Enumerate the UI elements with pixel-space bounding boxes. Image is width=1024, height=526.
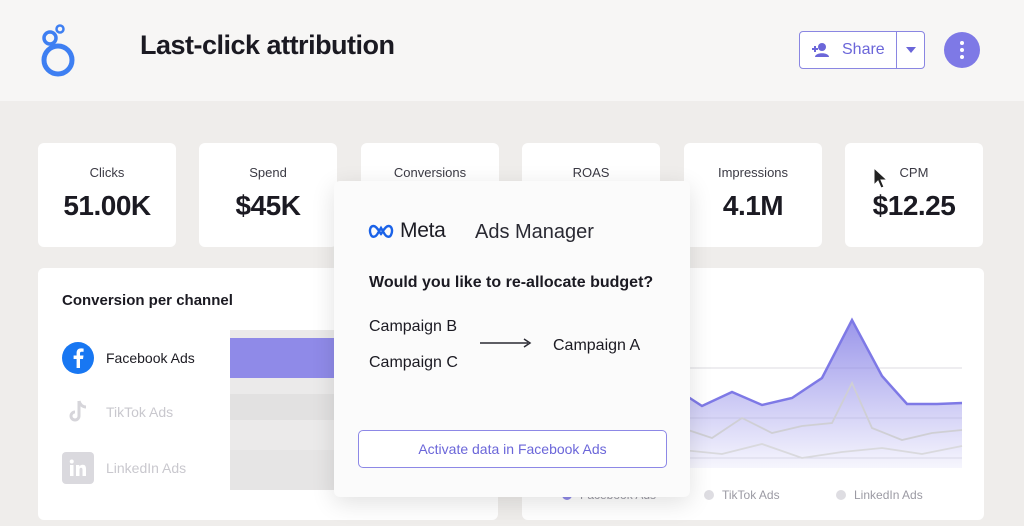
page-title: Last-click attribution [140, 30, 395, 60]
meta-wordmark: Meta [400, 219, 446, 242]
share-main-action[interactable]: Share [800, 32, 896, 68]
campaign-c-label: Campaign C [369, 354, 458, 371]
channel-label: LinkedIn Ads [106, 460, 187, 476]
kpi-label: Conversions [393, 165, 467, 180]
kpi-label: Clicks [89, 165, 125, 180]
activate-facebook-ads-button[interactable]: Activate data in Facebook Ads [358, 430, 667, 468]
app-logo-icon [41, 24, 75, 77]
legend-dot [704, 490, 714, 500]
channel-label: Facebook Ads [106, 350, 195, 366]
linkedin-icon [62, 452, 94, 484]
kpi-card-spend: Spend $45K [199, 143, 337, 247]
share-label: Share [842, 41, 885, 58]
panel-title: Conversion per channel [62, 292, 233, 309]
legend-item-linkedin: LinkedIn Ads [836, 488, 923, 502]
more-dot [960, 41, 964, 45]
kpi-value: 51.00K [63, 190, 151, 221]
reallocate-question: Would you like to re-allocate budget? [369, 274, 654, 291]
more-dot [960, 55, 964, 59]
caret-down-icon [905, 47, 916, 53]
reallocate-budget-modal: Meta Ads Manager Would you like to re-al… [334, 181, 690, 497]
meta-logo-icon [368, 224, 394, 238]
add-user-icon [812, 43, 829, 57]
more-options-button[interactable] [944, 32, 980, 68]
kpi-label: CPM [899, 165, 929, 180]
kpi-value: 4.1M [722, 190, 784, 221]
kpi-card-cpm: CPM $12.25 [845, 143, 983, 247]
mouse-cursor-icon [873, 167, 889, 189]
legend-dot [836, 490, 846, 500]
kpi-value: $12.25 [872, 190, 956, 221]
share-button[interactable]: Share [799, 31, 925, 69]
app-header: Last-click attribution Share [0, 0, 1024, 101]
legend-label: TikTok Ads [722, 488, 780, 502]
channel-row-tiktok: TikTok Ads [62, 396, 173, 428]
facebook-area [682, 320, 962, 468]
legend-item-tiktok: TikTok Ads [704, 488, 780, 502]
campaign-b-label: Campaign B [369, 318, 458, 335]
arrow-right-icon [480, 338, 532, 348]
tiktok-icon [62, 396, 94, 428]
more-dot [960, 48, 964, 52]
channel-label: TikTok Ads [106, 404, 174, 420]
kpi-card-impressions: Impressions 4.1M [684, 143, 822, 247]
kpi-label: Spend [249, 165, 287, 180]
meta-brand: Meta [368, 219, 446, 243]
campaign-a-label: Campaign A [553, 337, 641, 354]
kpi-label: Impressions [717, 165, 789, 180]
ads-manager-label: Ads Manager [475, 221, 594, 243]
legend-label: LinkedIn Ads [854, 488, 923, 502]
facebook-icon [62, 342, 94, 374]
share-dropdown-toggle[interactable] [897, 47, 924, 53]
kpi-label: ROAS [572, 165, 610, 180]
kpi-card-clicks: Clicks 51.00K [38, 143, 176, 247]
channel-row-linkedin: LinkedIn Ads [62, 452, 186, 484]
kpi-value: $45K [235, 190, 301, 221]
channel-row-facebook: Facebook Ads [62, 342, 195, 374]
